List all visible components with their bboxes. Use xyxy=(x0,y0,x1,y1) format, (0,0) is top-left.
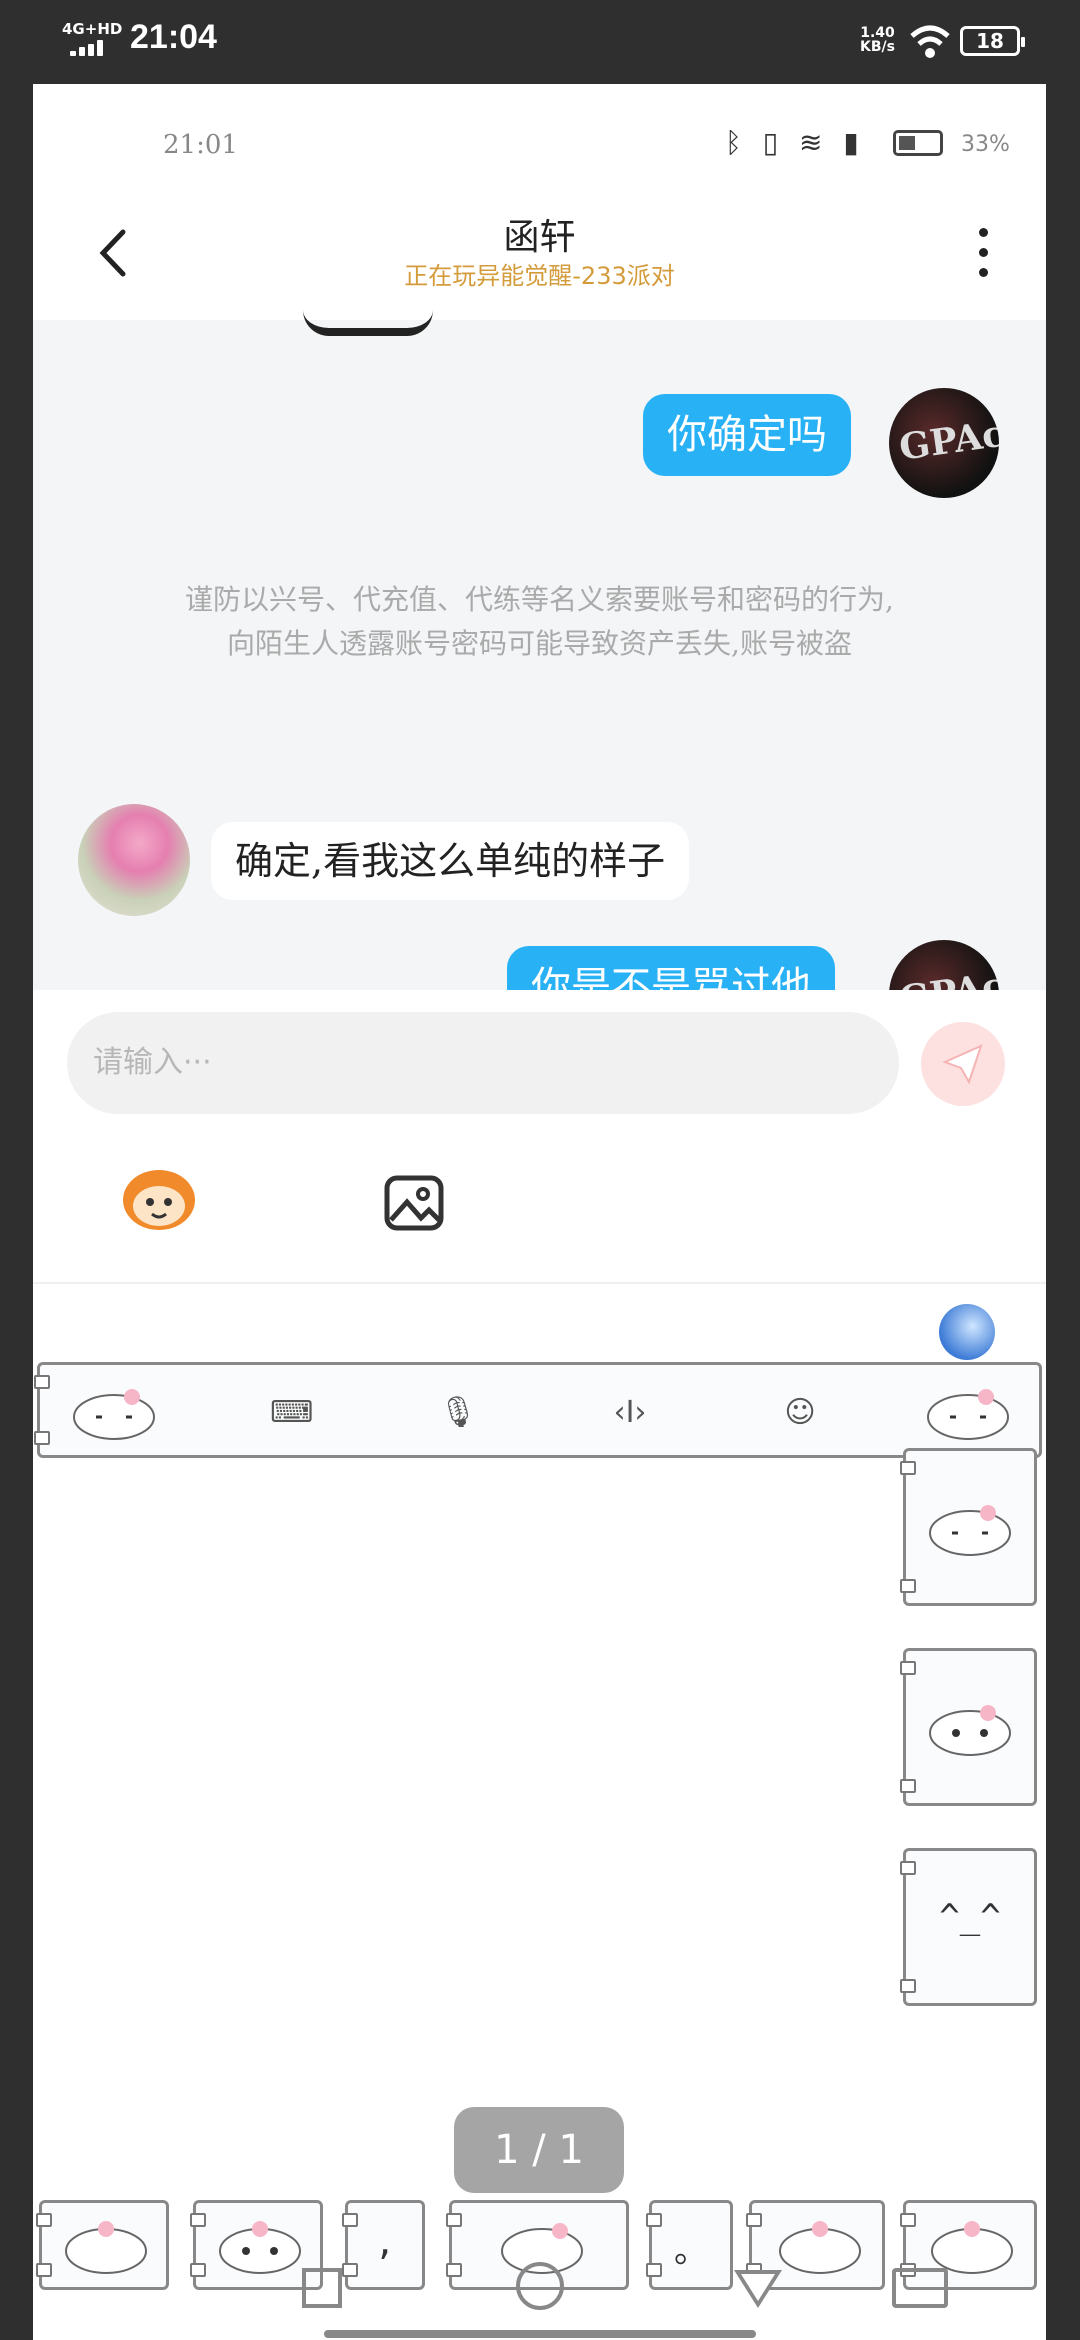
side-key[interactable] xyxy=(900,1448,1037,1606)
wifi-icon: ≋ xyxy=(799,126,829,159)
outer-time: 21:04 xyxy=(130,18,217,56)
phone-screen: { "outer_status": {"network": "4G+HD", "… xyxy=(0,0,1080,2340)
shared-screenshot: 21:01 ᛒ ▯ ≋ ▮ 33% 函轩 正在玩异能觉醒-233派对 你确定吗 … xyxy=(33,84,1046,2340)
outer-status-bar: 4G+HD 21:04 1.40 KB/s 18 xyxy=(0,0,1080,84)
bluetooth-icon: ᛒ xyxy=(725,126,748,159)
message-list[interactable]: 你确定吗 GPAck 谨防以兴号、代充值、代练等名义索要账号和密码的行为, 向陌… xyxy=(33,320,1046,1050)
hello-kitty-icon[interactable] xyxy=(924,1385,1012,1441)
signal-icon xyxy=(70,40,112,56)
image-icon[interactable] xyxy=(383,1172,445,1234)
message-bubble-sent[interactable]: 你确定吗 xyxy=(643,394,851,476)
navigation-bar xyxy=(0,2170,1080,2340)
wifi-icon xyxy=(910,25,950,58)
side-key-emoticon[interactable]: ^_^ xyxy=(900,1848,1037,2006)
text-cursor-icon[interactable]: ‹I› xyxy=(610,1393,650,1433)
hello-kitty-icon xyxy=(929,1505,1011,1556)
recents-button[interactable] xyxy=(302,2268,342,2308)
safety-warning: 谨防以兴号、代充值、代练等名义索要账号和密码的行为, 向陌生人透露账号密码可能导… xyxy=(185,583,894,660)
battery-icon: 18 xyxy=(960,26,1025,56)
message-bubble-received[interactable]: 确定,看我这么单纯的样子 xyxy=(211,822,690,900)
battery-icon xyxy=(893,130,943,156)
send-icon xyxy=(942,1044,983,1085)
keyboard-toolbar: ⌨ 🎙 ‹I› ☺ xyxy=(34,1362,1042,1458)
microphone-icon[interactable]: 🎙 xyxy=(438,1393,478,1433)
inner-time: 21:01 xyxy=(163,130,238,160)
emoji-monkey-icon[interactable] xyxy=(119,1166,199,1232)
inner-status-bar: 21:01 ᛒ ▯ ≋ ▮ 33% xyxy=(33,84,1046,194)
hello-kitty-icon[interactable] xyxy=(70,1385,158,1441)
avatar-peek xyxy=(303,310,433,336)
input-panel: 请输入··· xyxy=(33,990,1046,1280)
avatar[interactable]: GPAck xyxy=(889,388,999,498)
contact-activity: 正在玩异能觉醒-233派对 xyxy=(404,262,675,290)
keyboard-toggle-icon[interactable] xyxy=(892,2268,948,2308)
contact-name: 函轩 xyxy=(503,217,576,258)
keyboard-mascot-icon[interactable] xyxy=(939,1304,995,1360)
alert-icon: ▮ xyxy=(843,126,865,159)
side-key[interactable] xyxy=(900,1648,1037,1806)
keyboard-icon[interactable]: ⌨ xyxy=(270,1393,313,1433)
smiley-icon[interactable]: ☺ xyxy=(780,1393,820,1433)
more-options-button[interactable] xyxy=(973,228,993,282)
avatar[interactable] xyxy=(78,804,190,916)
network-speed: 1.40 KB/s xyxy=(860,25,895,55)
status-icons: ᛒ ▯ ≋ ▮ xyxy=(725,126,865,159)
battery-percent: 33% xyxy=(961,132,1010,157)
vibrate-icon: ▯ xyxy=(762,126,785,159)
chat-header: 函轩 正在玩异能觉醒-233派对 xyxy=(33,194,1046,320)
network-type: 4G+HD xyxy=(62,20,123,38)
home-button[interactable] xyxy=(516,2262,564,2310)
message-input[interactable]: 请输入··· xyxy=(67,1012,899,1114)
hello-kitty-icon xyxy=(929,1705,1011,1756)
send-button[interactable] xyxy=(921,1022,1005,1106)
back-nav-button[interactable] xyxy=(734,2270,782,2308)
gesture-bar[interactable] xyxy=(324,2330,756,2338)
